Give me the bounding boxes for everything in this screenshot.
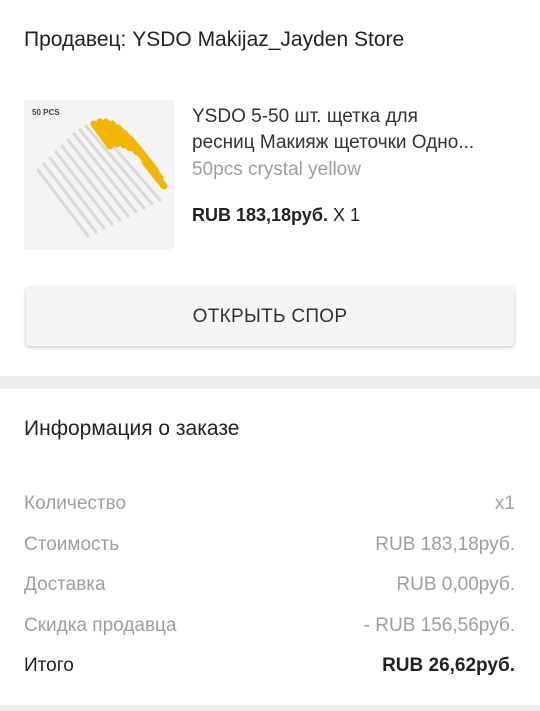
total-label: Итого	[24, 655, 74, 676]
quantity-label: Количество	[24, 493, 127, 514]
product-title-line1: YSDO 5-50 шт. щетка для	[192, 106, 418, 127]
shipping-label: Доставка	[24, 574, 106, 595]
price-row: RUB 183,18руб. X 1	[192, 205, 360, 226]
quantity-row: Количество x1	[24, 493, 515, 515]
cost-value: RUB 183,18руб.	[375, 534, 515, 555]
seller-discount-row: Скидка продавца - RUB 156,56руб.	[24, 615, 515, 637]
open-dispute-button[interactable]: ОТКРЫТЬ СПОР	[26, 287, 514, 346]
shipping-row: Доставка RUB 0,00руб.	[24, 574, 515, 596]
product-image-caption: 50 PCS	[32, 108, 60, 117]
cost-row: Стоимость RUB 183,18руб.	[24, 534, 515, 556]
seller-name[interactable]: Продавец: YSDO Makijaz_Jayden Store	[24, 28, 404, 52]
product-price: RUB 183,18руб.	[192, 205, 328, 225]
order-info-title: Информация о заказе	[24, 417, 240, 440]
seller-discount-label: Скидка продавца	[24, 615, 177, 636]
product-title-line2: ресниц Макияж щеточки Одно...	[192, 132, 475, 153]
product-title[interactable]: YSDO 5-50 шт. щетка для ресниц Макияж ще…	[192, 104, 522, 156]
total-value: RUB 26,62руб.	[382, 655, 515, 676]
order-info-card: Информация о заказе Количество x1 Стоимо…	[0, 389, 540, 705]
total-row: Итого RUB 26,62руб.	[24, 655, 515, 677]
product-image[interactable]: 50 PCS	[24, 100, 174, 250]
seller-discount-value: - RUB 156,56руб.	[363, 615, 515, 636]
shipping-value: RUB 0,00руб.	[396, 574, 515, 595]
mascara-brushes-icon	[36, 118, 168, 238]
product-quantity: X 1	[332, 205, 360, 225]
product-variant: 50pcs crystal yellow	[192, 159, 361, 180]
quantity-value: x1	[494, 493, 515, 514]
order-item-card: Продавец: YSDO Makijaz_Jayden Store 50 P…	[0, 0, 540, 376]
cost-label: Стоимость	[24, 534, 120, 555]
